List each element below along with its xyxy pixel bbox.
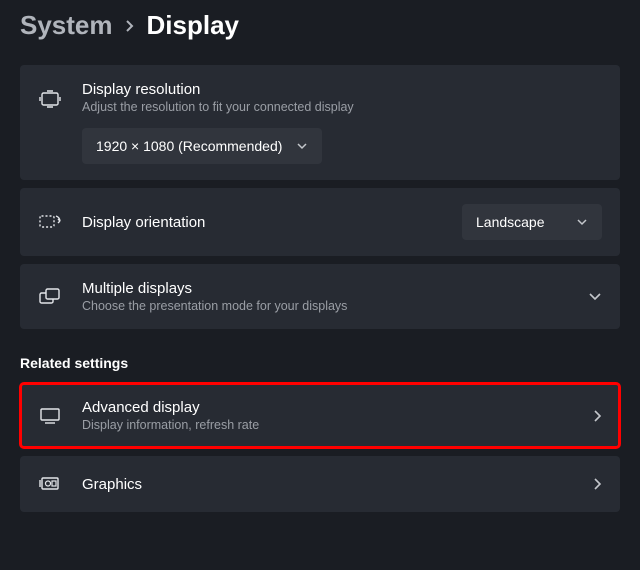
breadcrumb: System Display [20, 10, 620, 41]
graphics-icon [38, 472, 62, 496]
orientation-title: Display orientation [82, 214, 442, 231]
chevron-right-icon [592, 477, 602, 491]
card-body: Display resolution Adjust the resolution… [82, 81, 602, 164]
related-settings-heading: Related settings [20, 355, 620, 371]
card-body: Advanced display Display information, re… [82, 399, 572, 432]
orientation-dropdown[interactable]: Landscape [462, 204, 602, 240]
expand-toggle[interactable] [588, 292, 602, 302]
resolution-title: Display resolution [82, 81, 602, 98]
chevron-right-icon [125, 19, 135, 33]
orientation-icon [38, 210, 62, 234]
monitor-icon [38, 404, 62, 428]
card-body: Graphics [82, 476, 572, 493]
orientation-selected: Landscape [476, 214, 545, 230]
multiple-displays-icon [38, 285, 62, 309]
card-body: Multiple displays Choose the presentatio… [82, 280, 568, 313]
multiple-title: Multiple displays [82, 280, 568, 297]
advanced-display-card[interactable]: Advanced display Display information, re… [20, 383, 620, 448]
breadcrumb-current: Display [147, 10, 240, 41]
multiple-desc: Choose the presentation mode for your di… [82, 299, 568, 313]
graphics-title: Graphics [82, 476, 572, 493]
chevron-down-icon [296, 142, 308, 150]
advanced-desc: Display information, refresh rate [82, 418, 572, 432]
resolution-selected: 1920 × 1080 (Recommended) [96, 138, 282, 154]
resolution-dropdown[interactable]: 1920 × 1080 (Recommended) [82, 128, 322, 164]
display-orientation-card: Display orientation Landscape [20, 188, 620, 256]
breadcrumb-parent[interactable]: System [20, 10, 113, 41]
graphics-card[interactable]: Graphics [20, 456, 620, 512]
display-resolution-card: Display resolution Adjust the resolution… [20, 65, 620, 180]
advanced-title: Advanced display [82, 399, 572, 416]
card-body: Display orientation [82, 214, 442, 231]
resolution-icon [38, 87, 62, 111]
resolution-desc: Adjust the resolution to fit your connec… [82, 100, 602, 114]
chevron-right-icon [592, 409, 602, 423]
right-control: Landscape [462, 204, 602, 240]
chevron-down-icon [576, 218, 588, 226]
multiple-displays-card[interactable]: Multiple displays Choose the presentatio… [20, 264, 620, 329]
